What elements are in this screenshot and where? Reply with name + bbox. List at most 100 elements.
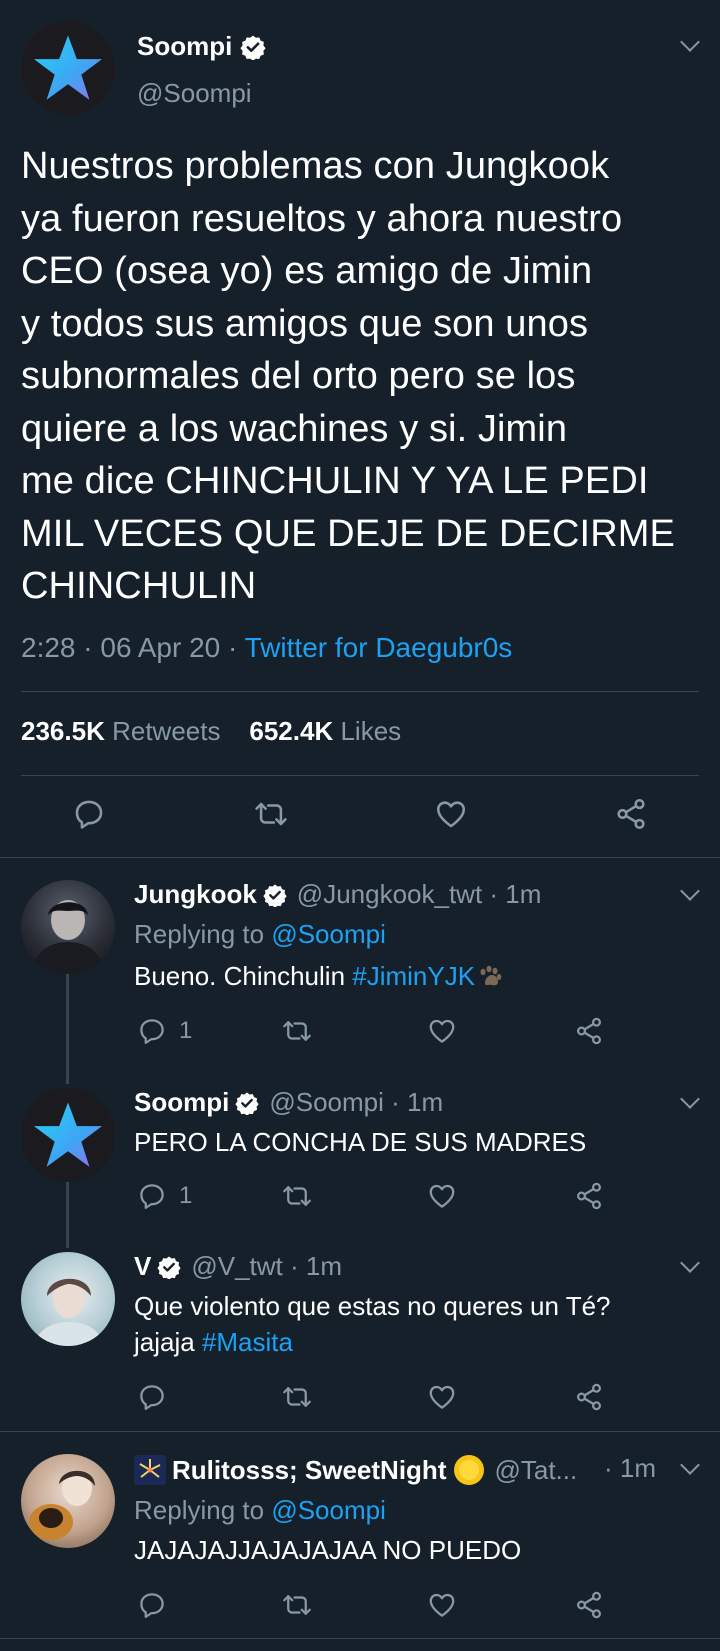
avatar[interactable] bbox=[21, 1088, 115, 1182]
reply-button[interactable] bbox=[72, 797, 106, 831]
retweet-button[interactable] bbox=[254, 797, 288, 831]
tweet-source-link[interactable]: Twitter for Daegubr0s bbox=[245, 632, 513, 663]
main-avatar[interactable] bbox=[21, 21, 115, 115]
reply-button[interactable]: 1 bbox=[137, 1016, 192, 1046]
hashtag-link[interactable]: #JiminYJK bbox=[352, 961, 475, 991]
reply-button[interactable]: 1 bbox=[137, 1181, 192, 1211]
reply-text-body: Bueno. Chinchulin bbox=[134, 961, 353, 991]
retweet-button[interactable] bbox=[282, 1016, 312, 1046]
like-icon bbox=[427, 1181, 457, 1211]
like-button[interactable] bbox=[427, 1016, 457, 1046]
reply-icon bbox=[137, 1590, 167, 1620]
reply-header: Jungkook @Jungkook_twt · 1m bbox=[134, 879, 541, 910]
reply-author-handle[interactable]: @Jungkook_twt · 1m bbox=[297, 879, 542, 910]
likes-label: Likes bbox=[340, 716, 402, 746]
main-author-handle[interactable]: @Soompi bbox=[137, 78, 252, 109]
reply-text: PERO LA CONCHA DE SUS MADRES bbox=[134, 1127, 587, 1157]
chevron-down-icon[interactable] bbox=[680, 1089, 700, 1109]
tweet-line: quiere a los wachines y si. Jimin bbox=[21, 407, 568, 450]
likes-count: 652.4K bbox=[249, 716, 334, 746]
reply-text-line: Que violento que estas no queres un Té? bbox=[134, 1291, 611, 1321]
chevron-down-icon[interactable] bbox=[680, 1253, 700, 1273]
like-button[interactable] bbox=[434, 797, 468, 831]
likes-stat[interactable]: 652.4K Likes bbox=[249, 716, 401, 746]
chevron-down-icon[interactable] bbox=[680, 881, 700, 901]
reply-button[interactable] bbox=[137, 1590, 167, 1620]
reply-count: 1 bbox=[179, 1017, 193, 1044]
avatar-photo bbox=[33, 1278, 105, 1346]
share-icon bbox=[574, 1181, 604, 1211]
tweet-timestamp: 2:28 · 06 Apr 20 · bbox=[21, 632, 245, 663]
tweet-line: y todos sus amigos que son unos bbox=[21, 302, 589, 345]
main-tweet-text: Nuestros problemas con Jungkook ya fuero… bbox=[21, 140, 711, 613]
retweet-icon bbox=[254, 797, 288, 831]
reply-author-handle[interactable]: @Soompi · 1m bbox=[269, 1087, 443, 1118]
reply-icon bbox=[72, 797, 106, 831]
retweet-icon bbox=[282, 1181, 312, 1211]
like-icon bbox=[427, 1016, 457, 1046]
replying-to-link[interactable]: @Soompi bbox=[271, 919, 386, 949]
reply-header: Soompi @Soompi · 1m bbox=[134, 1087, 443, 1118]
like-icon bbox=[427, 1590, 457, 1620]
tweet-line: subnormales del orto pero se los bbox=[21, 355, 576, 397]
star-logo-icon bbox=[31, 31, 105, 105]
avatar-photo bbox=[31, 900, 105, 974]
main-author-name[interactable]: Soompi bbox=[137, 31, 266, 62]
chevron-down-icon[interactable] bbox=[680, 32, 700, 52]
replying-to-prefix: Replying to bbox=[134, 919, 272, 949]
reply-button[interactable] bbox=[137, 1382, 167, 1412]
chevron-down-icon[interactable] bbox=[680, 1455, 700, 1475]
reply-author-handle[interactable]: @V_twt · 1m bbox=[191, 1251, 342, 1282]
replying-to-link[interactable]: @Soompi bbox=[271, 1495, 386, 1525]
tweet-line: CEO (osea yo) es amigo de Jimin bbox=[21, 250, 593, 292]
hashtag-link[interactable]: #Masita bbox=[202, 1327, 293, 1357]
reply-header: V @V_twt · 1m bbox=[134, 1251, 342, 1282]
tweet-line: CHINCHULIN bbox=[21, 565, 257, 607]
reply-icon bbox=[137, 1382, 167, 1412]
share-button[interactable] bbox=[574, 1016, 604, 1046]
replying-to-prefix: Replying to bbox=[134, 1495, 272, 1525]
share-button[interactable] bbox=[574, 1382, 604, 1412]
divider bbox=[21, 775, 699, 776]
reply-icon bbox=[137, 1181, 167, 1211]
avatar[interactable] bbox=[21, 1252, 115, 1346]
like-button[interactable] bbox=[427, 1181, 457, 1211]
share-button[interactable] bbox=[614, 797, 648, 831]
reply-text: Bueno. Chinchulin #JiminYJK bbox=[134, 958, 505, 994]
reply-author-name[interactable]: Jungkook bbox=[134, 879, 257, 910]
reply-author-name[interactable]: Rulitosss; SweetNight bbox=[172, 1455, 446, 1486]
like-icon bbox=[434, 797, 468, 831]
retweets-stat[interactable]: 236.5K Retweets bbox=[21, 716, 220, 746]
retweet-button[interactable] bbox=[282, 1382, 312, 1412]
reply-text-line: jajaja #Masita bbox=[134, 1324, 611, 1360]
replying-to: Replying to @Soompi bbox=[134, 916, 386, 952]
tweet-meta: 2:28 · 06 Apr 20 · Twitter for Daegubr0s bbox=[21, 632, 512, 664]
firework-icon bbox=[134, 1455, 166, 1485]
like-button[interactable] bbox=[427, 1590, 457, 1620]
share-button[interactable] bbox=[574, 1181, 604, 1211]
thread-line bbox=[66, 1182, 69, 1248]
share-button[interactable] bbox=[574, 1590, 604, 1620]
retweet-icon bbox=[282, 1382, 312, 1412]
verified-icon bbox=[240, 34, 266, 60]
star-logo-icon bbox=[31, 1098, 105, 1172]
reply-author-name[interactable]: V bbox=[134, 1251, 151, 1282]
divider bbox=[0, 857, 720, 858]
share-icon bbox=[574, 1590, 604, 1620]
verified-icon bbox=[157, 1255, 181, 1279]
retweet-button[interactable] bbox=[282, 1181, 312, 1211]
divider bbox=[0, 1431, 720, 1432]
avatar[interactable] bbox=[21, 880, 115, 974]
like-button[interactable] bbox=[427, 1382, 457, 1412]
sun-emoji-icon bbox=[454, 1455, 485, 1485]
retweets-label: Retweets bbox=[112, 716, 221, 746]
avatar[interactable] bbox=[21, 1454, 115, 1548]
retweet-button[interactable] bbox=[282, 1590, 312, 1620]
main-author-name-text: Soompi bbox=[137, 31, 233, 61]
reply-author-name[interactable]: Soompi bbox=[134, 1087, 229, 1118]
tweet-line: Nuestros problemas con Jungkook bbox=[21, 145, 610, 187]
reply-author-handle[interactable]: @Tat... bbox=[494, 1455, 577, 1486]
verified-icon bbox=[263, 883, 287, 907]
replying-to: Replying to @Soompi bbox=[134, 1492, 386, 1528]
avatar-photo bbox=[29, 1470, 95, 1540]
